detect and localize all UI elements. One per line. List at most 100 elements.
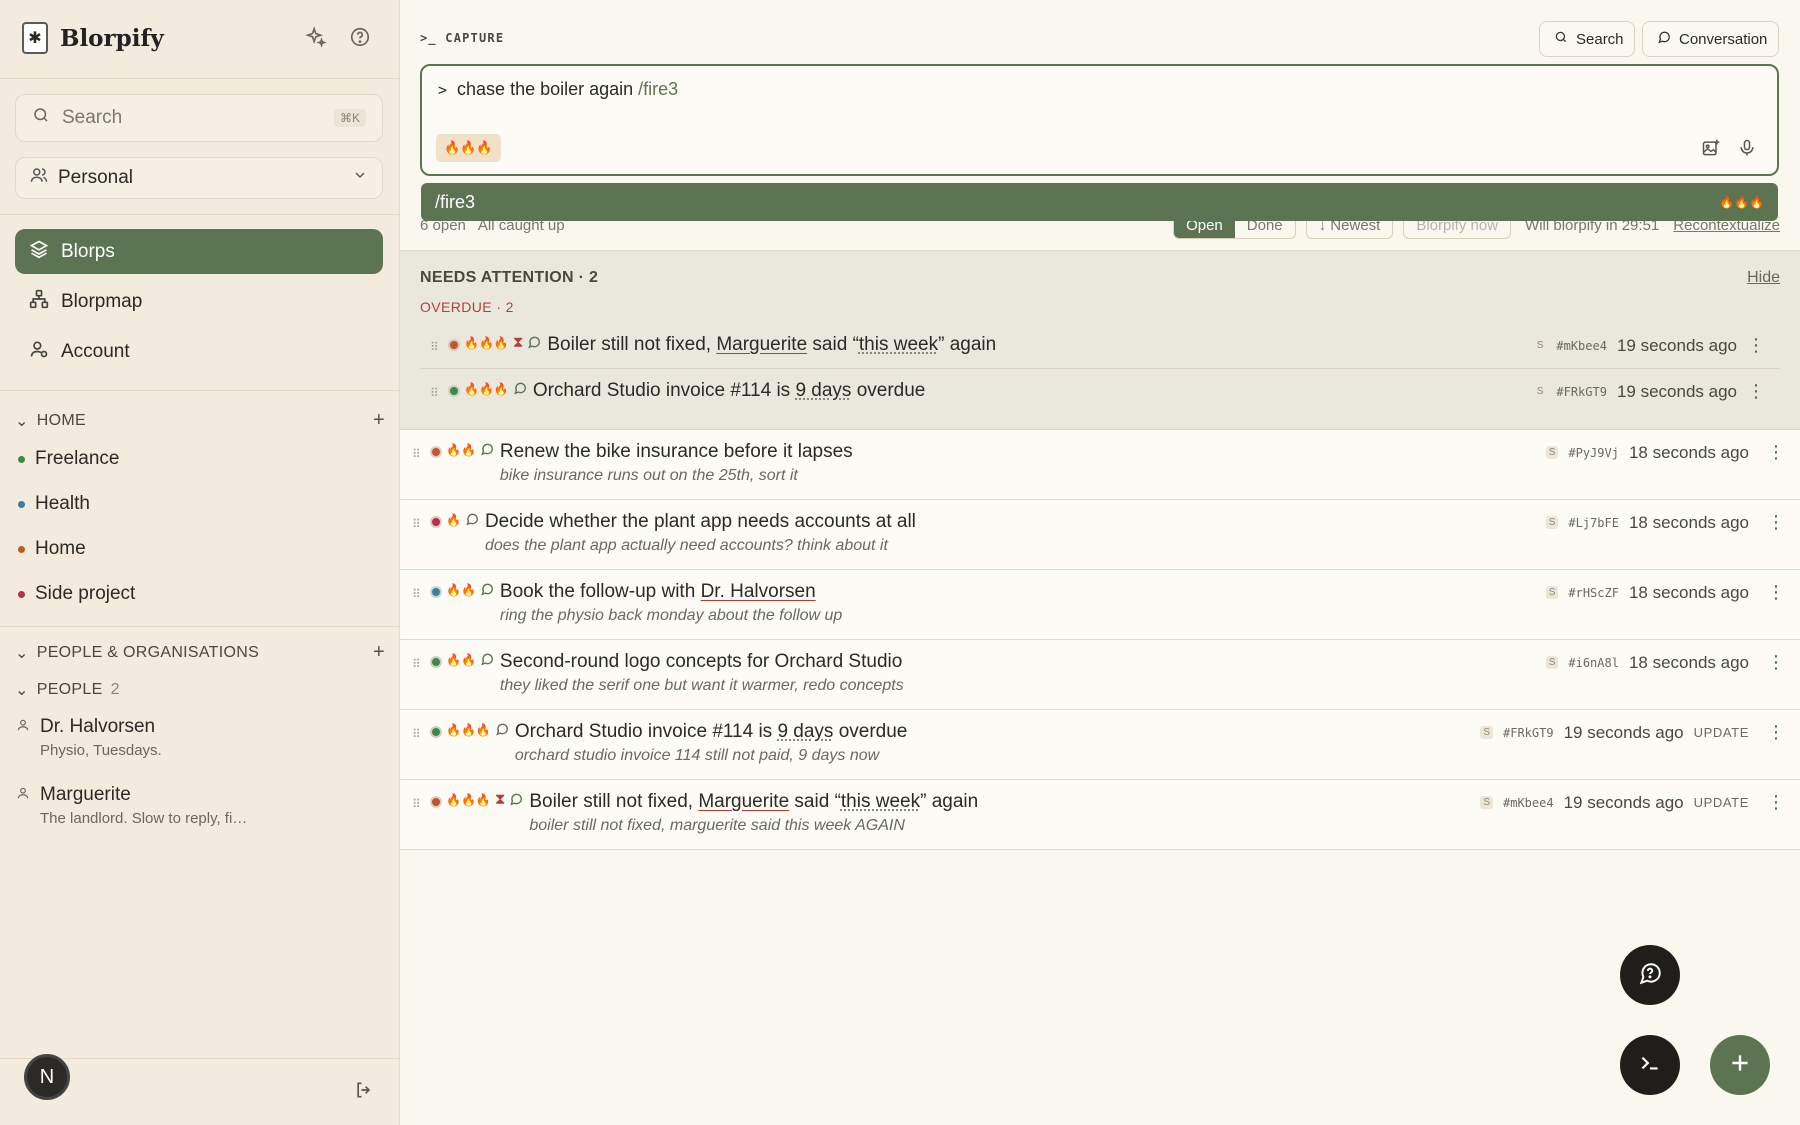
nav-item-label: Account <box>61 340 130 362</box>
help-chat-button[interactable] <box>1620 945 1680 1005</box>
blorp-title: Orchard Studio invoice #114 is 9 days ov… <box>514 721 908 742</box>
person-desc: The landlord. Slow to reply, fi… <box>40 810 248 827</box>
hide-attention-button[interactable]: Hide <box>1747 269 1780 287</box>
microphone-icon[interactable] <box>1737 138 1757 163</box>
layers-icon <box>29 239 49 265</box>
update-button[interactable]: UPDATE <box>1694 795 1749 810</box>
project-side-project[interactable]: Side project <box>18 583 135 605</box>
source-badge: S <box>1533 339 1547 352</box>
mention-link[interactable]: Marguerite <box>716 334 807 355</box>
person-dr-halvorsen[interactable]: Dr. Halvorsen Physio, Tuesdays. <box>16 716 376 759</box>
comment-icon[interactable] <box>480 582 494 599</box>
nav-item-label: Blorps <box>61 240 115 262</box>
capture-command: /fire3 <box>638 79 679 99</box>
drag-handle-icon[interactable]: ⠿ <box>412 727 430 741</box>
add-project-button[interactable]: + <box>373 409 385 432</box>
more-options-icon[interactable]: ⋮ <box>1767 582 1785 603</box>
capture-terminal-button[interactable] <box>1620 1035 1680 1095</box>
section-home[interactable]: ⌄ HOME + <box>15 409 385 432</box>
blorp-id: #FRkGT9 <box>1503 725 1554 740</box>
more-options-icon[interactable]: ⋮ <box>1767 442 1785 463</box>
more-options-icon[interactable]: ⋮ <box>1767 512 1785 533</box>
more-options-icon[interactable]: ⋮ <box>1767 722 1785 743</box>
chevron-down-icon: ⌄ <box>15 644 29 662</box>
avatar[interactable]: N <box>24 1054 70 1100</box>
nav-item-account[interactable]: Account <box>15 329 383 374</box>
brand[interactable]: ✱ Blorpify <box>22 20 164 56</box>
comment-icon[interactable] <box>513 381 527 398</box>
drag-handle-icon[interactable]: ⠿ <box>412 657 430 671</box>
chat-bubble-icon <box>1657 30 1671 48</box>
sidebar-search[interactable]: Search ⌘K <box>15 94 383 142</box>
list-item[interactable]: ⠿ 🔥🔥 Renew the bike insurance before it … <box>400 430 1800 500</box>
help-bubble-icon <box>1637 960 1663 991</box>
drag-handle-icon[interactable]: ⠿ <box>412 797 430 811</box>
add-person-button[interactable]: + <box>373 641 385 664</box>
prompt-glyph: > <box>438 81 448 99</box>
blorp-raw-text: bike insurance runs out on the 25th, sor… <box>499 467 798 484</box>
conversation-button[interactable]: Conversation <box>1642 21 1779 57</box>
blorp-id: #FRkGT9 <box>1556 384 1607 399</box>
divider <box>0 390 399 391</box>
workspace-select[interactable]: Personal <box>15 157 383 199</box>
drag-handle-icon[interactable]: ⠿ <box>412 447 430 461</box>
more-options-icon[interactable]: ⋮ <box>1767 792 1785 813</box>
more-options-icon[interactable]: ⋮ <box>1767 652 1785 673</box>
search-button[interactable]: Search <box>1539 21 1635 57</box>
comment-icon[interactable] <box>509 792 523 809</box>
section-home-label: HOME <box>36 411 86 429</box>
project-health[interactable]: Health <box>18 493 90 515</box>
list-item[interactable]: ⠿ 🔥🔥🔥 Orchard Studio invoice #114 is 9 d… <box>400 710 1800 780</box>
list-item[interactable]: ⠿ 🔥🔥 Second-round logo concepts for Orch… <box>400 640 1800 710</box>
timestamp: 19 seconds ago <box>1616 381 1737 401</box>
more-options-icon[interactable]: ⋮ <box>1747 381 1765 402</box>
divider <box>0 78 399 79</box>
update-button[interactable]: UPDATE <box>1694 725 1749 740</box>
attention-row[interactable]: ⠿ 🔥🔥🔥 ⧗ Boiler still not fixed, Margueri… <box>430 334 996 356</box>
project-label: Side project <box>35 583 136 604</box>
drag-handle-icon[interactable]: ⠿ <box>412 587 430 601</box>
comment-icon[interactable] <box>465 512 479 529</box>
person-icon <box>16 716 30 738</box>
attention-row[interactable]: ⠿ 🔥🔥🔥 Orchard Studio invoice #114 is 9 d… <box>430 380 925 402</box>
mention-link[interactable]: Dr. Halvorsen <box>701 581 816 602</box>
capture-input[interactable]: > chase the boiler again /fire3 🔥🔥🔥 <box>420 64 1779 176</box>
comment-icon[interactable] <box>480 442 494 459</box>
project-freelance[interactable]: Freelance <box>18 448 120 470</box>
brand-name: Blorpify <box>60 24 164 52</box>
blorp-title: Renew the bike insurance before it lapse… <box>499 441 853 462</box>
blorp-raw-text: boiler still not fixed, marguerite said … <box>529 817 905 834</box>
blorp-id: #Lj7bFE <box>1568 515 1619 530</box>
person-marguerite[interactable]: Marguerite The landlord. Slow to reply, … <box>16 784 376 827</box>
project-home[interactable]: Home <box>18 538 86 560</box>
mention-link[interactable]: Marguerite <box>698 791 789 812</box>
source-badge: S <box>1533 385 1547 398</box>
blorp-id: #mKbee4 <box>1556 338 1607 353</box>
image-add-icon[interactable] <box>1701 138 1721 163</box>
chevron-down-icon: ⌄ <box>15 682 29 699</box>
status-dot <box>430 516 442 528</box>
drag-handle-icon[interactable]: ⠿ <box>412 517 430 531</box>
list-item[interactable]: ⠿ 🔥 Decide whether the plant app needs a… <box>400 500 1800 570</box>
sparkles-icon[interactable] <box>303 24 329 50</box>
comment-icon[interactable] <box>480 652 494 669</box>
command-suggestion[interactable]: /fire3 🔥🔥🔥 <box>421 183 1778 221</box>
section-people-orgs[interactable]: ⌄ PEOPLE & ORGANISATIONS + <box>15 641 385 664</box>
list-item[interactable]: ⠿ 🔥🔥 Book the follow-up with Dr. Halvors… <box>400 570 1800 640</box>
timestamp: 19 seconds ago <box>1563 722 1684 742</box>
add-blorp-button[interactable] <box>1710 1035 1770 1095</box>
more-options-icon[interactable]: ⋮ <box>1747 335 1765 356</box>
logout-icon[interactable] <box>354 1080 374 1105</box>
list-item[interactable]: ⠿ 🔥🔥🔥 ⧗ Boiler still not fixed, Margueri… <box>400 780 1800 850</box>
comment-icon[interactable] <box>495 722 509 739</box>
section-people[interactable]: ⌄ PEOPLE 2 <box>15 680 385 700</box>
help-icon[interactable] <box>347 24 373 50</box>
blorp-title: Boiler still not fixed, Marguerite said … <box>529 791 979 812</box>
comment-icon[interactable] <box>527 335 541 352</box>
drag-handle-icon[interactable]: ⠿ <box>430 386 448 400</box>
nav-item-blorpmap[interactable]: Blorpmap <box>15 279 383 324</box>
blorp-raw-text: does the plant app actually need account… <box>484 537 888 554</box>
nav-item-blorps[interactable]: Blorps <box>15 229 383 274</box>
drag-handle-icon[interactable]: ⠿ <box>430 340 448 354</box>
priority-chip[interactable]: 🔥🔥🔥 <box>436 134 501 162</box>
